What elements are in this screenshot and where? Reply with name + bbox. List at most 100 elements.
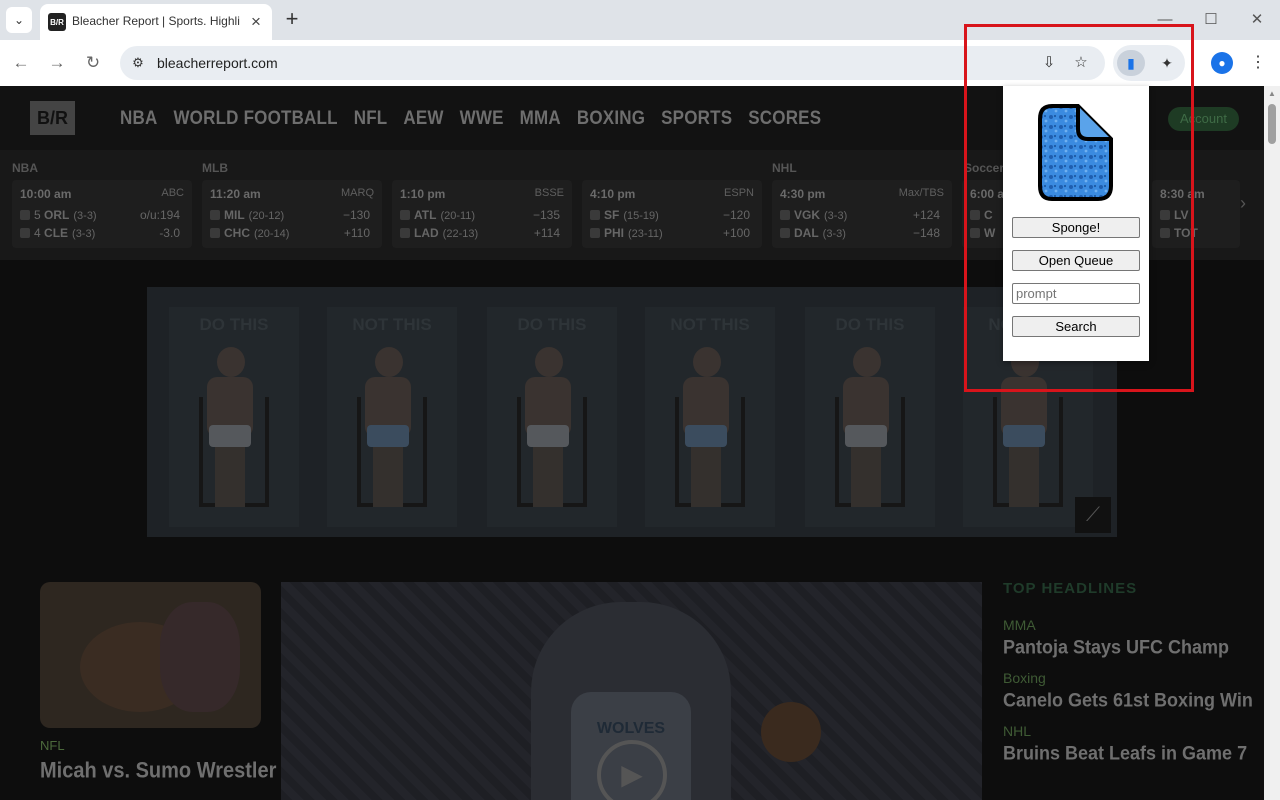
- figure-shorts: [685, 425, 727, 447]
- figure-head: [535, 347, 563, 377]
- team-logo-icon: [20, 210, 30, 220]
- team-row: PHI (23-11) +100: [590, 226, 756, 242]
- site-info-icon[interactable]: ⚙: [128, 53, 148, 73]
- team-record: (15-19): [623, 210, 659, 222]
- team-abbr: CHC: [224, 226, 250, 240]
- nav-item-nfl[interactable]: NFL: [354, 107, 388, 130]
- team-abbr: ORL: [44, 208, 70, 222]
- url-text[interactable]: bleacherreport.com: [157, 55, 278, 71]
- game-card[interactable]: 4:30 pm Max/TBS VGK (3-3) +124 DAL (3-3) −…: [772, 180, 952, 248]
- basketball: [761, 702, 821, 762]
- game-network: MARQ: [341, 187, 374, 199]
- nav-item-boxing[interactable]: BOXING: [577, 107, 645, 130]
- top-headlines: TOP HEADLINES MMA Pantoja Stays UFC Cham…: [1003, 580, 1253, 776]
- nav-item-scores[interactable]: SCORES: [748, 107, 821, 130]
- figure-legs: [533, 447, 563, 507]
- profile-avatar[interactable]: ●: [1211, 52, 1233, 74]
- team-row: 5 ORL (3-3) o/u:194: [20, 208, 186, 224]
- main-nav: NBA WORLD FOOTBALL NFL AEW WWE MMA BOXIN…: [120, 107, 821, 130]
- team-abbr: LAD: [414, 226, 439, 240]
- nav-item-nba[interactable]: NBA: [120, 107, 157, 130]
- scroll-up-icon[interactable]: ▲: [1267, 89, 1277, 98]
- headline-item[interactable]: Boxing Canelo Gets 61st Boxing Win: [1003, 670, 1253, 711]
- nav-item-world-football[interactable]: WORLD FOOTBALL: [173, 107, 337, 130]
- new-tab-button[interactable]: +: [280, 8, 304, 32]
- headline-item[interactable]: NHL Bruins Beat Leafs in Game 7: [1003, 723, 1253, 764]
- team-row: ATL (20-11) −135: [400, 208, 566, 224]
- game-card[interactable]: 11:20 am MARQ MIL (20-12) −130 CHC (20-14)…: [202, 180, 382, 248]
- close-window-button[interactable]: ✕: [1242, 8, 1272, 32]
- page-scrollbar[interactable]: ▲: [1264, 86, 1280, 800]
- team-seed: 4: [34, 226, 41, 240]
- team-abbr: CLE: [44, 226, 69, 240]
- team-odds: +100: [722, 226, 750, 240]
- figure-head: [375, 347, 403, 377]
- ad-brand-icon[interactable]: ⟋: [1075, 497, 1111, 533]
- tab-favicon-icon: B/R: [48, 13, 66, 31]
- browser-menu-icon[interactable]: ⋮: [1248, 52, 1268, 74]
- game-card[interactable]: 1:10 pm BSSE ATL (20-11) −135 LAD (22-13) …: [392, 180, 572, 248]
- hero-video[interactable]: WOLVES ▶: [281, 582, 982, 800]
- close-tab-icon[interactable]: ×: [246, 12, 266, 32]
- br-logo[interactable]: B/R: [30, 101, 75, 135]
- story-card-image[interactable]: [40, 582, 261, 728]
- headline-title[interactable]: Pantoja Stays UFC Champ: [1003, 636, 1253, 659]
- team-logo-icon: [590, 210, 600, 220]
- image-shape: [160, 602, 240, 712]
- figure-legs: [851, 447, 881, 507]
- nav-item-aew[interactable]: AEW: [403, 107, 443, 130]
- scrollbar-thumb[interactable]: [1268, 104, 1276, 144]
- team-odds: −148: [912, 226, 940, 240]
- figure-shorts: [845, 425, 887, 447]
- game-network: Max/TBS: [898, 187, 944, 199]
- team-row: MIL (20-12) −130: [210, 208, 376, 224]
- team-record: (20-12): [248, 210, 285, 222]
- game-network: ESPN: [724, 187, 754, 199]
- headline-category[interactable]: MMA: [1003, 617, 1253, 633]
- ad-panel: DO THIS: [805, 307, 935, 527]
- story-card-title[interactable]: Micah vs. Sumo Wrestler: [40, 759, 276, 784]
- headline-title[interactable]: Bruins Beat Leafs in Game 7: [1003, 742, 1253, 765]
- reload-button[interactable]: ↻: [80, 50, 106, 76]
- back-button[interactable]: ←: [8, 50, 34, 76]
- game-time: 4:30 pm: [780, 187, 826, 201]
- game-network: BSSE: [534, 187, 564, 199]
- team-record: (3-3): [73, 210, 97, 222]
- tab-search-button[interactable]: ⌄: [6, 7, 32, 33]
- chevron-right-icon[interactable]: ›: [1240, 193, 1246, 214]
- team-row: CHC (20-14) +110: [210, 226, 376, 242]
- team-logo-icon: [20, 228, 30, 238]
- figure-shorts: [527, 425, 569, 447]
- team-logo-icon: [210, 228, 220, 238]
- figure-head: [693, 347, 721, 377]
- ad-caption: DO THIS: [199, 315, 269, 334]
- game-card[interactable]: 10:00 am ABC 5 ORL (3-3) o/u:194 4 CLE (3-…: [12, 180, 192, 248]
- active-tab[interactable]: B/R Bleacher Report | Sports. Highli ×: [40, 4, 272, 40]
- team-abbr: MIL: [224, 208, 245, 222]
- figure-shorts: [1003, 425, 1045, 447]
- game-card[interactable]: 4:10 pm ESPN SF (15-19) −120 PHI (23-11) +…: [582, 180, 762, 248]
- maximize-button[interactable]: ☐: [1196, 8, 1226, 32]
- story-card-tag[interactable]: NFL: [40, 738, 65, 753]
- team-odds: +114: [533, 226, 560, 240]
- team-record: (20-14): [254, 228, 290, 240]
- headlines-title: TOP HEADLINES: [1003, 580, 1138, 597]
- nav-item-wwe[interactable]: WWE: [460, 107, 504, 130]
- headline-title[interactable]: Canelo Gets 61st Boxing Win: [1003, 689, 1253, 712]
- annotation-highlight-box: [964, 24, 1194, 392]
- figure-legs: [691, 447, 721, 507]
- team-record: (3-3): [822, 228, 846, 240]
- team-seed: 5: [34, 208, 41, 222]
- headline-category[interactable]: NHL: [1003, 723, 1253, 739]
- figure-legs: [373, 447, 403, 507]
- headline-category[interactable]: Boxing: [1003, 670, 1253, 686]
- ad-panel: NOT THIS: [327, 307, 457, 527]
- headline-item[interactable]: MMA Pantoja Stays UFC Champ: [1003, 617, 1253, 658]
- team-row: VGK (3-3) +124: [780, 208, 946, 224]
- team-odds: −120: [722, 208, 750, 222]
- address-bar[interactable]: ⚙ bleacherreport.com ⇩ ☆: [120, 46, 1105, 80]
- nav-item-mma[interactable]: MMA: [520, 107, 561, 130]
- nav-item-sports[interactable]: SPORTS: [661, 107, 732, 130]
- ad-panel: DO THIS: [169, 307, 299, 527]
- forward-button[interactable]: →: [44, 50, 70, 76]
